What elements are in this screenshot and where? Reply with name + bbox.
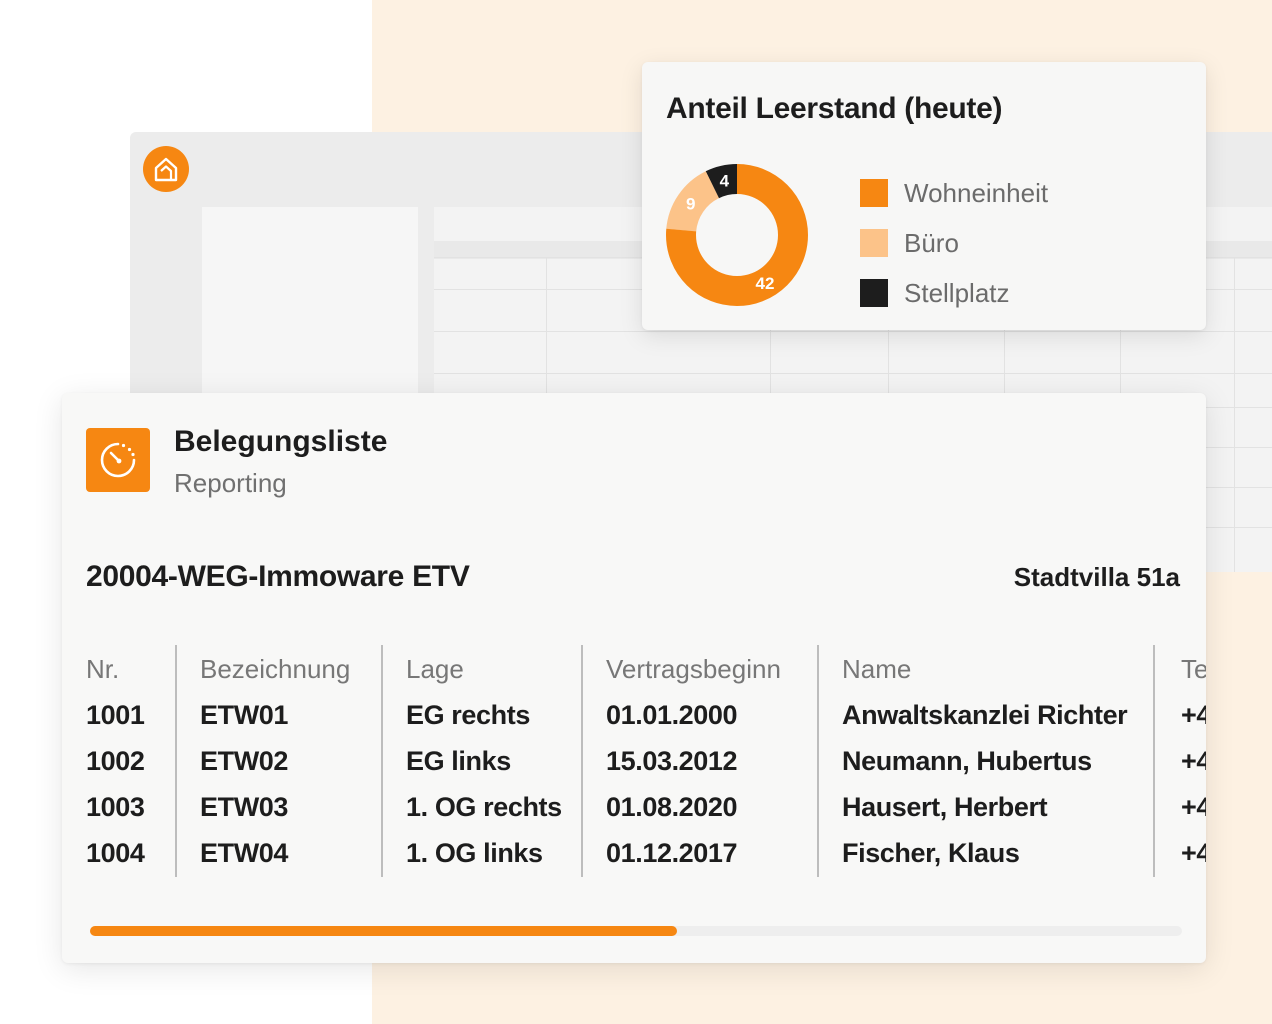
table-cell: 01.12.2017 — [606, 838, 738, 868]
vacancy-donut-chart: 4 9 42 — [666, 164, 808, 306]
legend-swatch-buero — [860, 229, 888, 257]
table-cell: Neumann, Hubertus — [842, 746, 1092, 776]
legend-label: Büro — [904, 227, 959, 258]
table-cell: 1. OG rechts — [406, 792, 562, 822]
vacancy-title: Anteil Leerstand (heute) — [666, 92, 1003, 125]
house-icon — [154, 157, 178, 182]
horizontal-scrollbar[interactable] — [90, 926, 1182, 936]
column-divider — [381, 645, 383, 877]
app-logo[interactable] — [143, 146, 189, 192]
donut-data-label: 42 — [756, 274, 775, 293]
stopwatch-icon — [100, 442, 136, 478]
column-divider — [175, 645, 177, 877]
list-title: Belegungsliste — [174, 425, 388, 458]
table-cell: ETW03 — [200, 792, 289, 822]
list-subtitle: Reporting — [174, 468, 287, 498]
legend-swatch-wohneinheit — [860, 179, 888, 207]
table-cell: +4 — [1181, 838, 1206, 868]
legend-item-stellplatz: Stellplatz — [860, 268, 1048, 318]
table-cell: 1003 — [86, 792, 145, 822]
column-divider — [817, 645, 819, 877]
donut-data-label: 4 — [720, 171, 730, 190]
table-cell: 1. OG links — [406, 838, 543, 868]
column-divider — [1153, 645, 1155, 877]
table-cell: Anwaltskanzlei Richter — [842, 700, 1128, 730]
donut-data-label: 9 — [686, 194, 695, 213]
table-cell: 1002 — [86, 746, 145, 776]
table-cell: 1004 — [86, 838, 145, 868]
column-header-telefon[interactable]: Te — [1181, 654, 1206, 685]
column-header-bezeichnung[interactable]: Bezeichnung — [200, 654, 350, 685]
column-header-lage[interactable]: Lage — [406, 654, 464, 685]
reporting-tile[interactable] — [86, 428, 150, 492]
table-cell: 01.08.2020 — [606, 792, 738, 822]
table-cell: +4 — [1181, 700, 1206, 730]
table-cell: 1001 — [86, 700, 145, 730]
legend-item-buero: Büro — [860, 218, 1048, 268]
legend-label: Stellplatz — [904, 277, 1010, 308]
column-header-vertragsbeginn[interactable]: Vertragsbeginn — [606, 654, 781, 685]
table-cell: EG links — [406, 746, 511, 776]
table-cell: Hausert, Herbert — [842, 792, 1048, 822]
column-header-nr[interactable]: Nr. — [86, 654, 119, 685]
building-name: Stadtvilla 51a — [1013, 562, 1180, 592]
column-header-name[interactable]: Name — [842, 654, 911, 685]
table-cell: ETW02 — [200, 746, 289, 776]
table-cell: ETW04 — [200, 838, 289, 868]
table-cell: 15.03.2012 — [606, 746, 738, 776]
legend-swatch-stellplatz — [860, 279, 888, 307]
vacancy-card: Anteil Leerstand (heute) 4 9 42 Wohneinhei… — [642, 62, 1206, 330]
legend-label: Wohneinheit — [904, 177, 1049, 208]
table-cell: +4 — [1181, 792, 1206, 822]
table-cell: 01.01.2000 — [606, 700, 738, 730]
table-cell: ETW01 — [200, 700, 289, 730]
vacancy-legend: Wohneinheit Büro Stellplatz — [860, 168, 1048, 318]
occupancy-list-card: Belegungsliste Reporting 20004-WEG-Immow… — [62, 393, 1206, 963]
table-cell: EG rechts — [406, 700, 530, 730]
table-cell: +4 — [1181, 746, 1206, 776]
occupancy-table: Nr. Bezeichnung Lage Vertragsbeginn Name… — [62, 645, 1206, 877]
scrollbar-thumb[interactable] — [90, 926, 678, 936]
table-cell: Fischer, Klaus — [842, 838, 1020, 868]
column-divider — [581, 645, 583, 877]
legend-item-wohneinheit: Wohneinheit — [860, 168, 1048, 218]
property-name: 20004-WEG-Immoware ETV — [86, 560, 470, 593]
